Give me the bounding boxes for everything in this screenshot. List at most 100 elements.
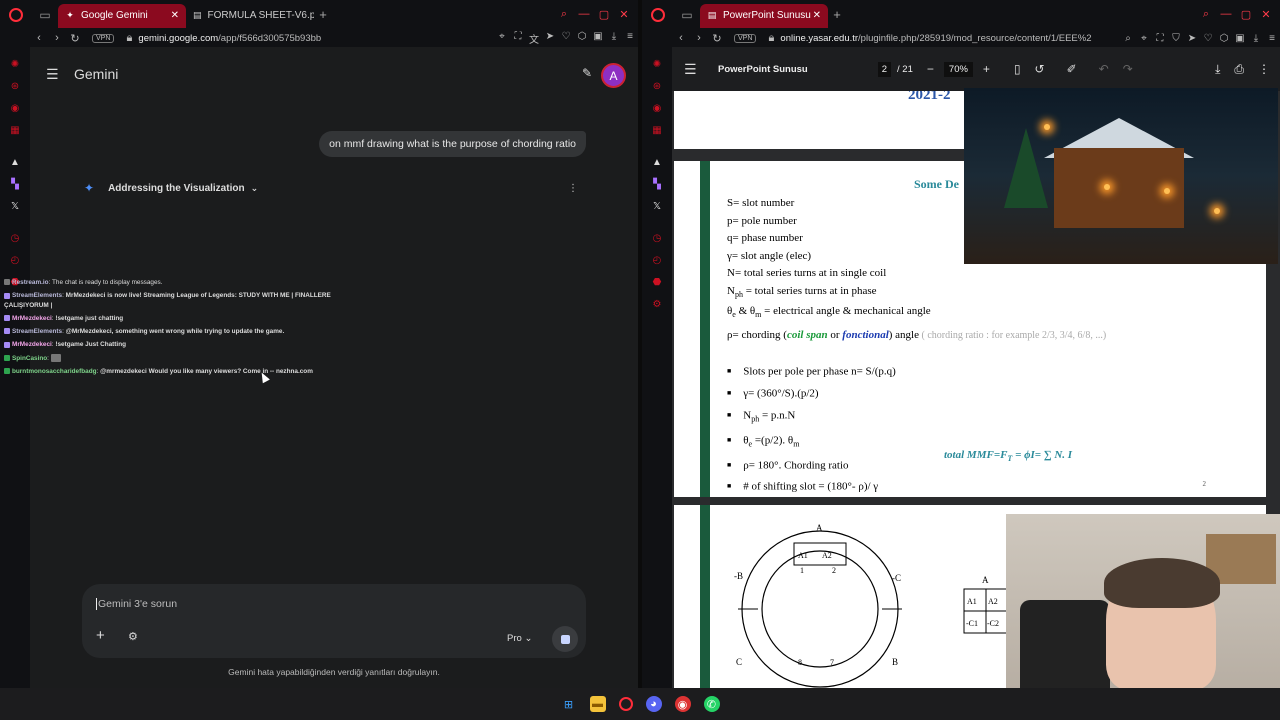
chat-text: The chat is ready to display messages. (52, 279, 163, 286)
discord-icon[interactable]: ◕ (645, 696, 662, 712)
arc-icon[interactable]: ▲ (650, 155, 664, 169)
tab-google-gemini[interactable]: ✦ Google Gemini ✕ (58, 3, 186, 28)
opera-logo-icon[interactable] (9, 7, 23, 22)
avatar[interactable]: A (601, 63, 626, 88)
zoom-out-icon[interactable]: − (927, 62, 934, 76)
shop-icon[interactable]: ⊛ (650, 79, 664, 93)
media-icon[interactable]: ▦ (650, 123, 664, 137)
new-tab-button[interactable]: + (314, 7, 332, 22)
more-options-icon[interactable]: ⋮ (1258, 62, 1270, 77)
ai-icon[interactable]: ✺ (650, 57, 664, 71)
pin-icon[interactable]: ⌖ (494, 31, 510, 46)
zoom-in-icon[interactable]: + (983, 62, 990, 76)
tab-formula-sheet[interactable]: ▤ FORMULA SHEET-V6.pdf (186, 4, 314, 28)
workspaces-icon[interactable]: ▭ (678, 6, 696, 24)
screenshot-icon[interactable]: ⛶ (1152, 33, 1168, 44)
twitch-icon[interactable]: ▚ (8, 177, 22, 191)
opera-icon[interactable] (618, 697, 633, 711)
minimize-button[interactable]: — (1216, 8, 1236, 21)
messenger-icon[interactable]: ◉ (8, 101, 22, 115)
workspaces-icon[interactable]: ▭ (36, 6, 54, 24)
history-icon[interactable]: ◷ (650, 231, 664, 245)
zoom-icon[interactable]: ⌕ (1120, 33, 1136, 44)
chevron-down-icon: ⌄ (250, 182, 259, 193)
new-chat-icon[interactable]: ✎ (582, 66, 592, 80)
maximize-button[interactable]: ▢ (594, 8, 614, 21)
menu-icon[interactable]: ≡ (622, 31, 638, 46)
clock-icon[interactable]: ◴ (650, 253, 664, 267)
pdf-menu-icon[interactable]: ☰ (684, 61, 700, 78)
url-field[interactable]: online.yasar.edu.tr/pluginfile.php/28591… (780, 33, 1120, 44)
tab-powerpoint-sunusu[interactable]: ▤ PowerPoint Sunusu ✕ (700, 3, 828, 28)
heart-icon[interactable]: ♡ (1200, 33, 1216, 44)
extensions-icon[interactable]: ⬡ (574, 31, 590, 46)
redo-icon[interactable]: ↷ (1123, 62, 1133, 76)
close-tab-icon[interactable]: ✕ (171, 10, 179, 21)
close-tab-icon[interactable]: ✕ (813, 10, 821, 21)
model-selector[interactable]: Pro ⌄ (507, 633, 532, 644)
page-number-input[interactable]: 2 (877, 61, 892, 77)
heart-icon[interactable]: ♡ (558, 31, 574, 46)
opera-logo-icon[interactable] (651, 7, 665, 22)
whatsapp-icon[interactable]: ✆ (703, 696, 720, 712)
forward-icon[interactable]: › (48, 32, 66, 44)
fit-page-icon[interactable]: ▯ (1014, 62, 1021, 76)
download-icon[interactable]: ⤓ (606, 31, 622, 46)
x-icon[interactable]: 𝕏 (650, 199, 664, 213)
vpn-badge[interactable]: VPN (734, 33, 757, 43)
settings-icon[interactable]: ⚙ (650, 297, 664, 311)
vpn-badge[interactable]: VPN (92, 33, 115, 43)
wallet-icon[interactable]: ▣ (1232, 33, 1248, 44)
pin-icon[interactable]: ⌖ (1136, 33, 1152, 44)
search-icon[interactable]: ⌕ (1196, 8, 1216, 21)
prompt-input[interactable]: Gemini 3'e sorun (96, 598, 177, 610)
menu-icon[interactable]: ≡ (1264, 33, 1280, 44)
wallet-icon[interactable]: ▣ (590, 31, 606, 46)
stop-button[interactable] (552, 626, 578, 652)
print-icon[interactable]: ⎙ (1234, 62, 1244, 77)
reload-icon[interactable]: ↻ (708, 32, 726, 45)
history-icon[interactable]: ◷ (8, 231, 22, 245)
thinking-toggle[interactable]: ✦ Addressing the Visualization ⌄ (84, 181, 258, 195)
send-icon[interactable]: ➤ (1184, 33, 1200, 44)
add-attachment-icon[interactable]: + (96, 627, 105, 644)
screenshot-icon[interactable]: ⛶ (510, 31, 526, 46)
media-icon[interactable]: ▦ (8, 123, 22, 137)
shop-icon[interactable]: ⊛ (8, 79, 22, 93)
zoom-field[interactable]: 70% (943, 61, 973, 77)
menu-icon[interactable]: ☰ (46, 66, 62, 83)
arc-icon[interactable]: ▲ (8, 155, 22, 169)
forward-icon[interactable]: › (690, 32, 708, 44)
undo-icon[interactable]: ↶ (1099, 62, 1109, 76)
send-icon[interactable]: ➤ (542, 31, 558, 46)
shield-icon[interactable]: ⛉ (1168, 33, 1184, 44)
maximize-button[interactable]: ▢ (1236, 8, 1256, 21)
draw-icon[interactable]: ✐ (1067, 62, 1077, 76)
clock-icon[interactable]: ◴ (8, 253, 22, 267)
close-window-button[interactable]: ✕ (1256, 8, 1276, 21)
reload-icon[interactable]: ↻ (66, 32, 84, 45)
chat-text: ÇALIŞIYORUM | (4, 301, 53, 309)
minimize-button[interactable]: — (574, 8, 594, 21)
close-window-button[interactable]: ✕ (614, 8, 634, 21)
translate-icon[interactable]: 文 (526, 31, 542, 46)
twitch-icon[interactable]: ▚ (650, 177, 664, 191)
back-icon[interactable]: ‹ (30, 32, 48, 44)
download-icon[interactable]: ⤓ (1248, 33, 1264, 44)
ai-icon[interactable]: ✺ (8, 57, 22, 71)
more-options-icon[interactable]: ⋮ (568, 183, 578, 194)
url-field[interactable]: gemini.google.com/app/f566d300575b93bb (138, 33, 494, 44)
new-tab-button[interactable]: + (828, 7, 846, 22)
windows-start-icon[interactable]: ⊞ (561, 696, 577, 712)
chrome-icon[interactable]: ◉ (674, 696, 691, 712)
messenger-icon[interactable]: ◉ (650, 101, 664, 115)
tools-icon[interactable]: ⚙ (128, 630, 138, 643)
rotate-icon[interactable]: ↺ (1035, 62, 1045, 76)
download-icon[interactable]: ⤓ (1215, 62, 1220, 77)
search-icon[interactable]: ⌕ (554, 8, 574, 21)
extensions-icon[interactable]: ⬡ (1216, 33, 1232, 44)
extensions-sidebar-icon[interactable]: ⬣ (650, 275, 664, 289)
back-icon[interactable]: ‹ (672, 32, 690, 44)
x-icon[interactable]: 𝕏 (8, 199, 22, 213)
file-explorer-icon[interactable]: ▬ (589, 696, 606, 712)
